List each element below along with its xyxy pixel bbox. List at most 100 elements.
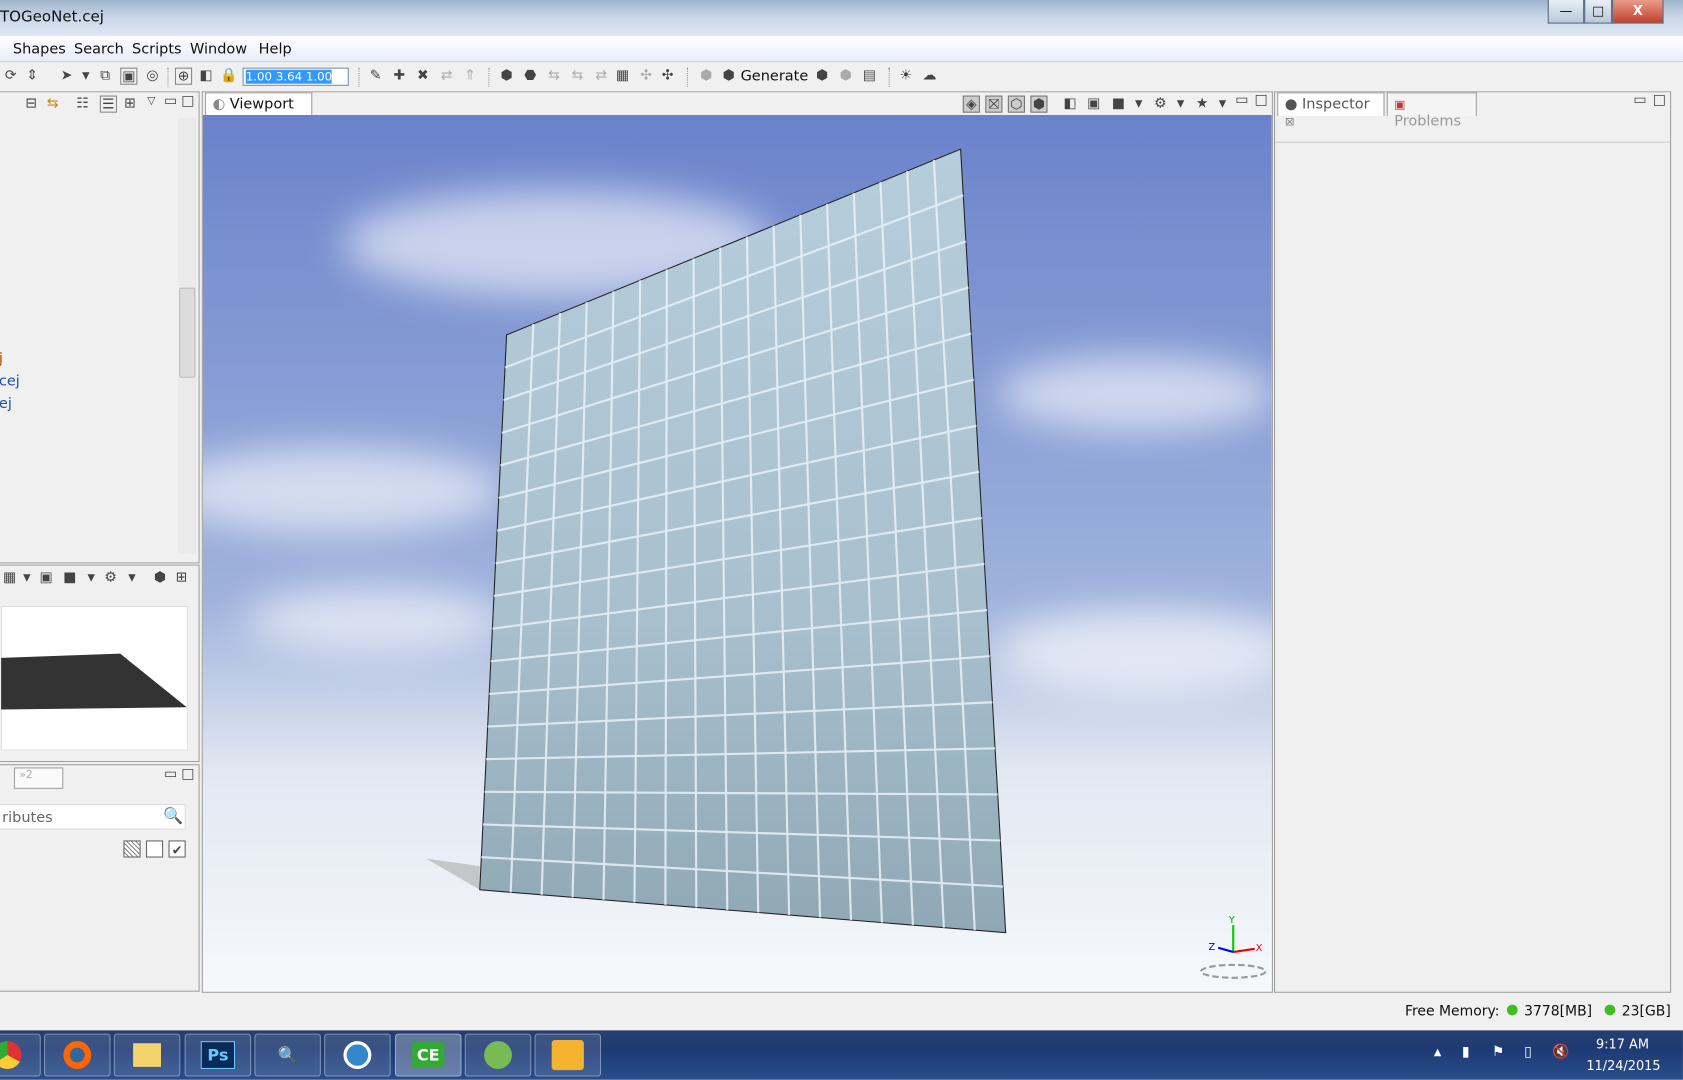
generate-button[interactable]: Generate (741, 68, 809, 85)
rule-icon[interactable]: ⬢ (698, 68, 715, 85)
gear-icon[interactable]: ⚙ (102, 570, 119, 587)
maximize-button[interactable]: □ (1584, 0, 1613, 24)
maximize-view-icon[interactable]: □ (179, 93, 196, 110)
align2-icon[interactable]: ⇆ (569, 68, 586, 85)
clock-time[interactable]: 9:17 AM (1596, 1037, 1649, 1052)
globe-icon[interactable]: ⊕ (174, 67, 193, 85)
minimize-view-icon[interactable]: ▭ (1631, 92, 1648, 109)
search-icon[interactable]: 🔍 (163, 806, 183, 825)
grid-icon[interactable]: ▦ (1, 570, 18, 587)
filter-icon[interactable]: ☰ (99, 95, 117, 113)
minimize-view-icon[interactable]: ▭ (162, 93, 179, 110)
tree-item[interactable]: ej (0, 393, 20, 416)
taskbar-browser[interactable] (324, 1033, 391, 1077)
minimize-button[interactable]: — (1547, 0, 1585, 24)
close-button[interactable]: X (1612, 0, 1664, 24)
scene-canvas[interactable]: Y X Z (202, 114, 1272, 992)
show-hidden-icons[interactable]: ▲ (1434, 1048, 1441, 1059)
network-icon[interactable]: ▮ (1462, 1044, 1470, 1060)
chevron-down-icon[interactable]: ▼ (77, 68, 94, 85)
cloud-icon[interactable]: ☁ (921, 68, 938, 85)
camera-icon[interactable]: ■ (61, 570, 78, 587)
tab-problems[interactable]: ▣ Problems (1386, 92, 1477, 130)
empty-checkbox[interactable] (145, 840, 164, 858)
maximize-view-icon[interactable]: □ (1651, 92, 1668, 109)
menu-help[interactable]: Help (259, 41, 292, 58)
taskbar-outlook[interactable] (534, 1033, 602, 1077)
collapse-icon[interactable]: ⊟ (23, 96, 40, 113)
coordinate-input[interactable]: 1.00 3.64 1.00 (242, 67, 349, 86)
volume-muted-icon[interactable]: 🔇 (1552, 1044, 1569, 1060)
close-tab-icon[interactable]: ⊠ (1285, 115, 1295, 129)
clock-date[interactable]: 11/24/2015 (1586, 1058, 1660, 1073)
edit-shape-icon[interactable]: ✎ (367, 68, 384, 85)
tree-item[interactable]: cej (0, 370, 20, 393)
taskbar-cityengine[interactable]: CE (394, 1033, 462, 1077)
checker-icon[interactable]: ▦ (614, 68, 631, 85)
tab-overflow[interactable]: »2 (13, 767, 64, 789)
model-icon[interactable]: ⬢ (814, 68, 831, 85)
tree-icon[interactable]: ☷ (74, 96, 91, 113)
star-icon[interactable]: ★ (1194, 96, 1211, 113)
battery-icon[interactable]: ▯ (1524, 1044, 1532, 1060)
taskbar-photoshop[interactable]: Ps (184, 1033, 252, 1077)
remove-shape-icon[interactable]: ✖ (414, 68, 431, 85)
taskbar-firefox[interactable] (44, 1033, 111, 1077)
taskbar-search[interactable]: 🔍 (254, 1033, 321, 1077)
extrude-icon[interactable]: ⇑ (462, 68, 479, 85)
wireframe-icon[interactable]: ⛝ (985, 95, 1003, 113)
combine-icon[interactable]: ⇄ (592, 68, 609, 85)
cube-icon[interactable]: ◧ (197, 68, 214, 85)
view-icon[interactable]: ⊞ (121, 96, 138, 113)
shape2-icon[interactable]: ⬣ (522, 68, 539, 85)
menu-window[interactable]: Window (190, 41, 247, 58)
chevron-down-icon[interactable]: ▼ (1214, 96, 1231, 113)
cleanup-icon[interactable]: ✣ (659, 68, 676, 85)
model2-icon[interactable]: ⬢ (837, 68, 854, 85)
taskbar-chrome[interactable] (0, 1033, 41, 1077)
subdivide-icon[interactable]: ✣ (638, 68, 655, 85)
chevron-down-icon[interactable]: ▼ (83, 570, 100, 587)
link-icon[interactable]: ⇆ (44, 96, 61, 113)
vertical-scrollbar[interactable] (178, 118, 197, 554)
gear-icon[interactable]: ⚙ (1152, 96, 1169, 113)
flag-icon[interactable]: ⚑ (1492, 1044, 1505, 1060)
shape-icon[interactable]: ⬢ (498, 68, 515, 85)
chevron-down-icon[interactable]: ▼ (1130, 96, 1147, 113)
zoom-icon[interactable]: ◎ (144, 68, 161, 85)
cube-icon[interactable]: ◧ (1061, 96, 1078, 113)
minimize-view-icon[interactable]: ▭ (162, 766, 179, 783)
frame-icon[interactable]: ▣ (120, 67, 138, 85)
move-icon[interactable]: ⇕ (24, 68, 41, 85)
hatch-checkbox[interactable] (123, 840, 141, 858)
lock-icon[interactable]: 🔒 (220, 68, 237, 85)
model-icon[interactable]: ⬢ (151, 570, 168, 587)
chevron-down-icon[interactable]: ▼ (18, 570, 35, 587)
tree-item[interactable]: j (0, 348, 20, 371)
bbox-icon[interactable]: ⬡ (1007, 95, 1026, 113)
checked-checkbox[interactable]: ✔ (168, 840, 186, 858)
sun-icon[interactable]: ☀ (897, 68, 914, 85)
taskbar-android[interactable] (464, 1033, 532, 1077)
camera-icon[interactable]: ■ (1110, 96, 1127, 113)
frame-icon[interactable]: ▣ (1085, 96, 1102, 113)
view-menu-icon[interactable]: ▽ (143, 93, 160, 110)
menu-search[interactable]: Search (74, 41, 124, 58)
minimize-view-icon[interactable]: ▭ (1233, 92, 1250, 109)
maximize-view-icon[interactable]: □ (179, 766, 196, 783)
transform-icon[interactable]: ⧉ (97, 68, 114, 85)
split-icon[interactable]: ⇄ (438, 68, 455, 85)
3d-viewport[interactable]: Y X Z (202, 114, 1272, 992)
add-shape-icon[interactable]: ✚ (391, 68, 408, 85)
attribute-search-input[interactable]: ributes 🔍 (0, 803, 186, 830)
tab-viewport[interactable]: ◐ Viewport ⊠ (205, 92, 313, 129)
menu-shapes[interactable]: Shapes (13, 41, 66, 58)
align-icon[interactable]: ⇆ (545, 68, 562, 85)
tab-inspector[interactable]: ● Inspector ⊠ (1277, 92, 1385, 129)
generate-icon[interactable]: ⬢ (720, 68, 737, 85)
chevron-down-icon[interactable]: ▼ (123, 570, 140, 587)
taskbar-explorer[interactable] (113, 1033, 181, 1077)
menu-scripts[interactable]: Scripts (132, 41, 182, 58)
frame-icon[interactable]: ▣ (38, 570, 55, 587)
maximize-view-icon[interactable]: □ (1253, 92, 1270, 109)
